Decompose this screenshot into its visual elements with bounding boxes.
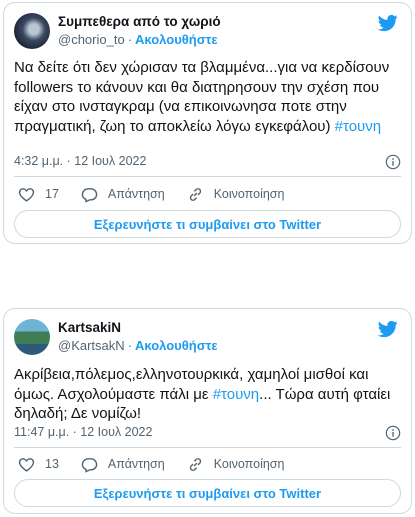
heart-icon — [18, 187, 35, 202]
hashtag-link[interactable]: #τουνη — [213, 386, 259, 403]
reply-icon — [81, 187, 98, 203]
tweet-text: Ακρίβεια,πόλεμος,ελληνοτουρκικά, χαμηλοί… — [14, 365, 403, 424]
tweet-header: KartsakiN @KartsakN · Ακολουθήστε — [14, 317, 401, 357]
author-name[interactable]: Συμπεθερα από το χωριό — [58, 14, 221, 29]
twitter-bird-icon[interactable] — [377, 319, 399, 339]
divider — [14, 447, 401, 448]
author-handle-line: @chorio_to · Ακολουθήστε — [58, 32, 218, 47]
tweet-timestamp[interactable]: 11:47 μ.μ. · 12 Ιουλ 2022 — [14, 425, 152, 439]
reply-icon — [81, 457, 98, 473]
share-button[interactable]: Κοινοποίηση — [187, 186, 285, 203]
twitter-bird-icon[interactable] — [377, 13, 399, 33]
heart-icon — [18, 457, 35, 472]
reply-button[interactable]: Απάντηση — [81, 456, 165, 473]
link-icon — [189, 187, 201, 201]
like-count: 13 — [45, 457, 59, 471]
tweet-timestamp[interactable]: 4:32 μ.μ. · 12 Ιουλ 2022 — [14, 154, 146, 168]
author-handle-line: @KartsakN · Ακολουθήστε — [58, 338, 218, 353]
tweet-card: Συμπεθερα από το χωριό @chorio_to · Ακολου… — [3, 2, 412, 244]
tweet-actions: 13 Απάντηση Κοινοποίηση — [18, 453, 401, 475]
share-label: Κοινοποίηση — [213, 187, 285, 201]
tweet-actions: 17 Απάντηση Κοινοποίηση — [18, 183, 401, 205]
divider — [14, 176, 401, 177]
reply-label: Απάντηση — [107, 187, 165, 201]
tweet-text-body: Να δείτε ότι δεν χώρισαν τα βλαμμένα...γ… — [14, 59, 390, 135]
info-icon[interactable] — [385, 425, 401, 441]
author-handle[interactable]: @chorio_to — [58, 32, 125, 47]
reply-button[interactable]: Απάντηση — [81, 186, 165, 203]
separator-dot: · — [127, 32, 133, 47]
author-handle[interactable]: @KartsakN — [58, 338, 125, 353]
tweet-card: KartsakiN @KartsakN · Ακολουθήστε Ακρίβεια… — [3, 308, 412, 514]
tweet-text: Να δείτε ότι δεν χώρισαν τα βλαμμένα...γ… — [14, 58, 403, 136]
explore-twitter-button[interactable]: Εξερευνήστε τι συμβαίνει στο Twitter — [14, 479, 401, 507]
follow-link[interactable]: Ακολουθήστε — [135, 338, 218, 353]
avatar[interactable] — [14, 13, 50, 49]
like-button[interactable]: 13 — [18, 456, 59, 473]
link-icon — [189, 457, 201, 471]
share-label: Κοινοποίηση — [213, 457, 285, 471]
follow-link[interactable]: Ακολουθήστε — [135, 32, 218, 47]
avatar[interactable] — [14, 319, 50, 355]
explore-twitter-button[interactable]: Εξερευνήστε τι συμβαίνει στο Twitter — [14, 210, 401, 238]
share-button[interactable]: Κοινοποίηση — [187, 456, 285, 473]
separator-dot: · — [127, 338, 133, 353]
hashtag-link[interactable]: #τουνη — [335, 118, 381, 135]
like-count: 17 — [45, 187, 59, 201]
author-name[interactable]: KartsakiN — [58, 320, 121, 335]
reply-label: Απάντηση — [107, 457, 165, 471]
info-icon[interactable] — [385, 154, 401, 170]
tweet-header: Συμπεθερα από το χωριό @chorio_to · Ακολου… — [14, 11, 401, 51]
like-button[interactable]: 17 — [18, 186, 59, 203]
